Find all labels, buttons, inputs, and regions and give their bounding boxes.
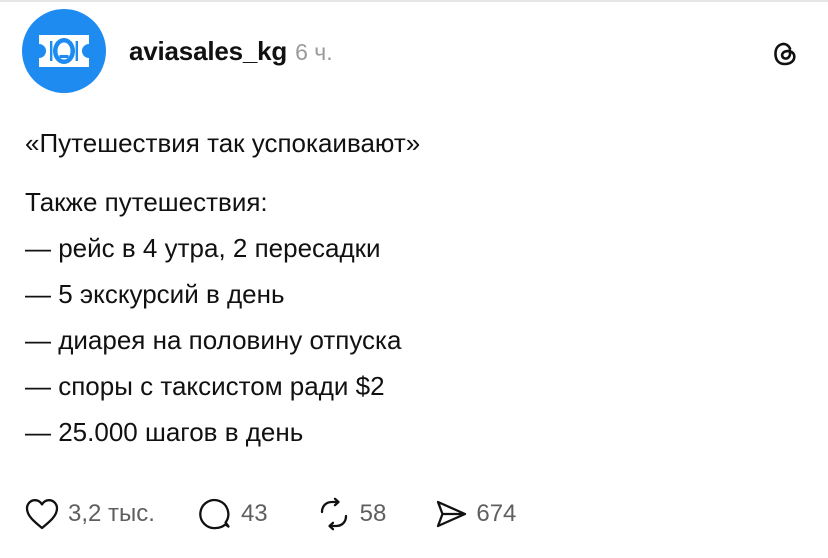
author-username[interactable]: aviasales_kg [129,36,287,67]
threads-logo-icon[interactable] [770,39,800,69]
post-line: Также путешествия: [25,187,268,217]
post-line: — споры с таксистом ради $2 [25,371,385,401]
post-actions: 3,2 тыс. 43 58 674 [24,494,516,534]
post-line: — рейс в 4 утра, 2 пересадки [25,233,381,263]
post-line: — 5 экскурсий в день [25,279,285,309]
like-button[interactable]: 3,2 тыс. [24,497,155,531]
post-timestamp[interactable]: 6 ч. [295,39,333,66]
post-body: «Путешествия так успокаивают» Также путе… [25,120,805,455]
post-header: aviasales_kg 6 ч. [129,36,333,68]
avatar[interactable] [22,9,106,93]
share-button[interactable]: 674 [434,497,516,531]
send-icon [437,500,467,528]
like-count: 3,2 тыс. [68,500,155,527]
post-line: — диарея на половину отпуска [25,325,402,355]
reply-button[interactable]: 43 [199,497,268,531]
repost-count: 58 [359,500,387,527]
speech-bubble-icon [199,498,230,530]
repost-button[interactable]: 58 [316,497,387,531]
reply-count: 43 [240,500,268,527]
heart-icon [25,499,59,530]
top-divider [0,0,828,2]
post-line: — 25.000 шагов в день [25,417,304,447]
aviasales-logo-icon [39,35,89,67]
share-count: 674 [476,500,517,527]
post-quote: «Путешествия так успокаивают» [25,128,421,158]
repost-icon [320,497,347,531]
